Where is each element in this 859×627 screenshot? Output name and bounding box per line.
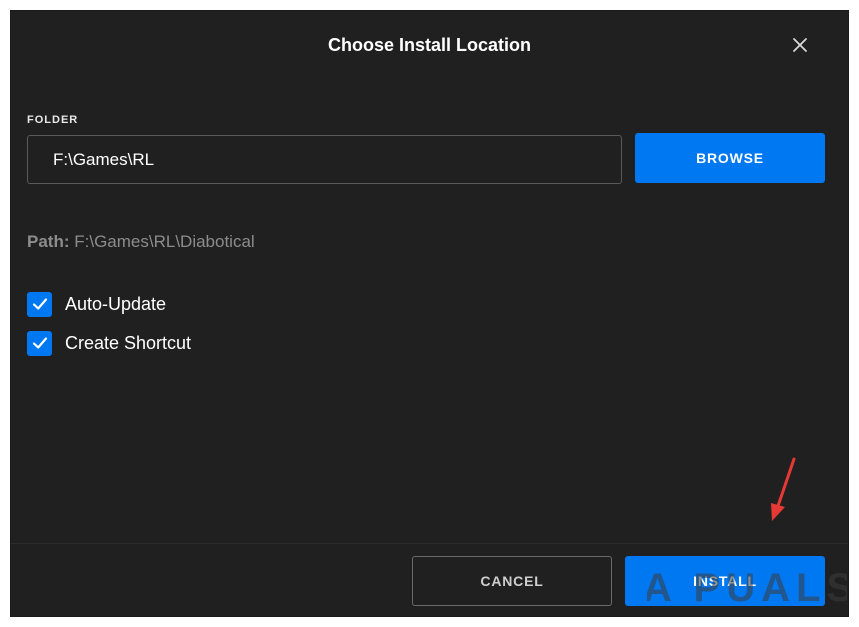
- install-location-dialog: Choose Install Location FOLDER BROWSE Pa…: [10, 10, 849, 617]
- install-button[interactable]: INSTALL: [625, 556, 825, 606]
- path-value: F:\Games\RL\Diabotical: [74, 232, 255, 251]
- close-icon[interactable]: [789, 34, 811, 56]
- folder-path-input[interactable]: [27, 135, 622, 184]
- folder-label: FOLDER: [27, 114, 79, 126]
- browse-button[interactable]: BROWSE: [635, 133, 825, 183]
- auto-update-label: Auto-Update: [65, 293, 167, 314]
- path-key: Path:: [27, 232, 70, 251]
- footer-divider: [11, 543, 848, 544]
- dialog-title: Choose Install Location: [327, 35, 532, 55]
- auto-update-checkbox[interactable]: Auto-Update: [27, 291, 166, 317]
- cancel-button[interactable]: CANCEL: [412, 556, 612, 606]
- checkmark-icon[interactable]: [27, 291, 52, 317]
- install-path: Path: F:\Games\RL\Diabotical: [27, 232, 255, 252]
- create-shortcut-label: Create Shortcut: [65, 332, 192, 353]
- create-shortcut-checkbox[interactable]: Create Shortcut: [27, 330, 191, 356]
- arrow-annotation-icon: [771, 457, 796, 521]
- checkmark-icon[interactable]: [27, 330, 52, 356]
